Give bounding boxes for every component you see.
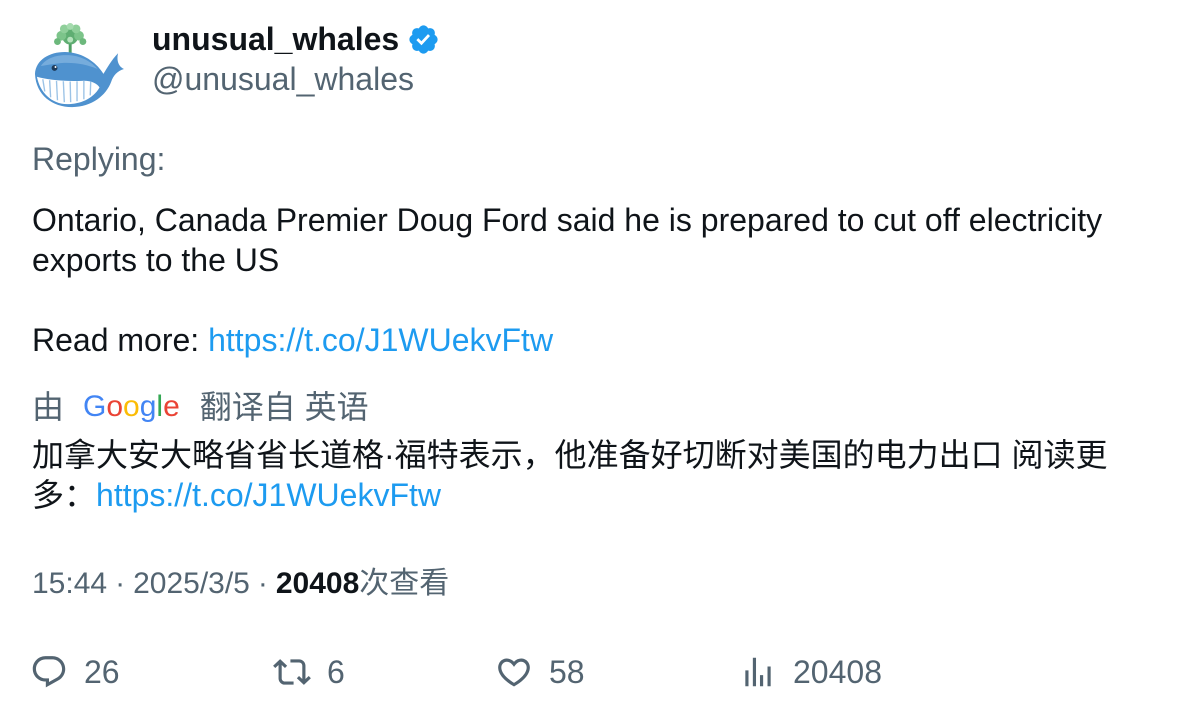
reply-button[interactable]: 26 <box>30 652 120 692</box>
tweet-text: Ontario, Canada Premier Doug Ford said h… <box>32 200 1164 360</box>
view-count: 20408 <box>275 567 360 600</box>
analytics-icon <box>745 657 771 687</box>
meta-separator: · <box>257 567 268 600</box>
reply-count: 26 <box>84 654 120 690</box>
retweet-icon <box>273 659 311 685</box>
read-more-line: Read more: https://t.co/J1WUekvFtw <box>32 320 1164 360</box>
fountain-graphic <box>54 23 87 54</box>
verified-badge-icon <box>409 24 438 54</box>
views-count: 20408 <box>793 654 882 690</box>
heart-icon <box>498 658 530 687</box>
like-count: 58 <box>549 654 585 690</box>
tweet-meta: 15:44 · 2025/3/5 · 20408次查看 <box>32 564 449 604</box>
tweet-time[interactable]: 15:44 <box>32 567 107 600</box>
google-logo-letter: g <box>139 390 157 423</box>
translated-body: 加拿大安大略省省长道格·福特表示，他准备好切断对美国的电力出口 阅读更多：htt… <box>32 435 1164 515</box>
google-logo-letter: G <box>83 390 107 423</box>
tweet-date[interactable]: 2025/3/5 <box>133 567 250 600</box>
retweet-button[interactable]: 6 <box>273 652 345 692</box>
whale-graphic <box>34 52 124 108</box>
avatar[interactable] <box>31 23 125 111</box>
reply-icon <box>32 656 66 688</box>
view-count-label: 次查看 <box>359 567 450 600</box>
views-button[interactable]: 20408 <box>739 652 882 692</box>
author-name-row: unusual_whales <box>152 19 440 59</box>
meta-separator: · <box>115 567 126 600</box>
replying-label: Replying: <box>32 141 166 177</box>
translation-attribution: 由 Google 翻译自 英语 <box>32 387 369 427</box>
author-name[interactable]: unusual_whales <box>152 19 399 59</box>
retweet-count: 6 <box>327 654 345 690</box>
google-logo: Google <box>83 387 180 427</box>
google-logo-letter: e <box>163 390 180 423</box>
google-logo-letter: o <box>106 390 124 423</box>
author-handle[interactable]: @unusual_whales <box>152 59 414 99</box>
translated-text: 加拿大安大略省省长道格·福特表示，他准备好切断对美国的电力出口 阅读更多：htt… <box>32 435 1164 515</box>
translated-link[interactable]: https://t.co/J1WUekvFtw <box>96 477 441 513</box>
read-more-label: Read more: <box>32 322 209 358</box>
translation-source-language: 翻译自 英语 <box>199 389 369 425</box>
tweet-link[interactable]: https://t.co/J1WUekvFtw <box>208 322 553 358</box>
translation-prefix: 由 <box>32 389 65 425</box>
like-button[interactable]: 58 <box>495 652 585 692</box>
google-logo-letter: o <box>123 390 140 423</box>
tweet-body: Ontario, Canada Premier Doug Ford said h… <box>32 202 1103 278</box>
